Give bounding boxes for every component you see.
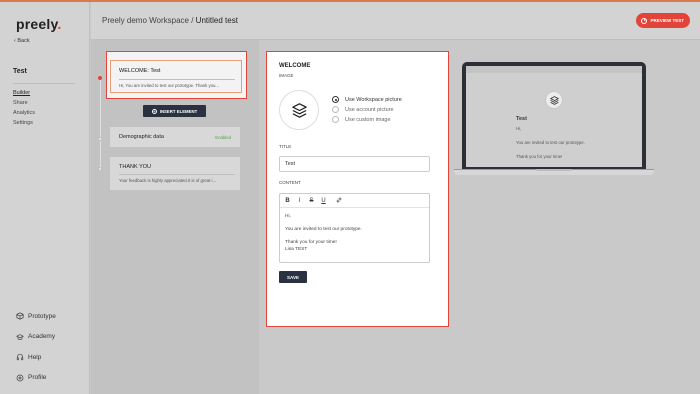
demographic-element-card[interactable]: Demographic data Enabled bbox=[110, 127, 240, 147]
italic-button[interactable]: I bbox=[297, 198, 302, 204]
preview-line: You are invited to test our prototype. bbox=[516, 140, 585, 145]
sidebar: preely. ‹ Back Test Builder Share Analyt… bbox=[0, 2, 90, 394]
bottom-nav: Prototype Academy Help Profile bbox=[16, 306, 56, 388]
nav-prototype-label: Prototype bbox=[28, 312, 56, 320]
sidebar-item-builder[interactable]: Builder bbox=[13, 88, 35, 98]
thankyou-card-title: THANK YOU bbox=[119, 164, 151, 170]
sidebar-item-share[interactable]: Share bbox=[13, 98, 35, 108]
profile-icon bbox=[16, 374, 24, 382]
preview-test-button[interactable]: PREVIEW TEST bbox=[636, 13, 690, 28]
cube-icon bbox=[16, 312, 24, 320]
link-icon bbox=[336, 197, 342, 202]
thankyou-card-subtitle: Your feedback is highly appreciated.It i… bbox=[119, 178, 217, 183]
radio-custom-image[interactable]: Use custom image bbox=[332, 116, 391, 123]
timeline-line bbox=[100, 78, 101, 170]
title-input[interactable]: Test bbox=[279, 156, 430, 172]
card-divider bbox=[119, 174, 235, 175]
radio-button bbox=[332, 106, 339, 113]
thankyou-element-card[interactable]: THANK YOU Your feedback is highly apprec… bbox=[110, 157, 240, 190]
sidebar-item-analytics[interactable]: Analytics bbox=[13, 108, 35, 118]
editor-title: WELCOME bbox=[279, 63, 311, 69]
sidebar-nav: Builder Share Analytics Settings bbox=[13, 88, 35, 128]
nav-help[interactable]: Help bbox=[16, 347, 56, 368]
timeline-dot bbox=[98, 167, 102, 171]
underline-button[interactable]: U bbox=[321, 198, 326, 204]
nav-profile[interactable]: Profile bbox=[16, 368, 56, 389]
radio-account-picture[interactable]: Use account picture bbox=[332, 106, 394, 113]
welcome-card-title: WELCOME: Test bbox=[119, 68, 161, 74]
radio-button-selected bbox=[332, 96, 339, 103]
nav-prototype[interactable]: Prototype bbox=[16, 306, 56, 327]
back-link[interactable]: ‹ Back bbox=[14, 38, 30, 44]
play-icon bbox=[641, 17, 648, 24]
nav-help-label: Help bbox=[28, 353, 42, 361]
element-editor-panel: WELCOME IMAGE Use Workspace picture Use … bbox=[266, 51, 449, 327]
sidebar-divider bbox=[13, 83, 75, 84]
breadcrumb-test-name: Untitled test bbox=[195, 16, 238, 25]
academy-icon bbox=[16, 333, 24, 340]
nav-academy-label: Academy bbox=[28, 333, 56, 341]
breadcrumb: Preely demo Workspace / Untitled test bbox=[102, 16, 238, 25]
nav-profile-label: Profile bbox=[28, 374, 47, 382]
editor-toolbar: B I S U bbox=[280, 194, 429, 208]
title-label: TITLE bbox=[279, 144, 292, 149]
preview-line: Hi, bbox=[516, 126, 522, 131]
timeline-dot bbox=[98, 137, 102, 141]
preview-title: Test bbox=[516, 116, 527, 122]
layers-icon bbox=[550, 96, 559, 105]
content-editor[interactable]: B I S U Hi, You are invited to test our … bbox=[279, 193, 430, 263]
welcome-card-inner: WELCOME: Test Hi, You are invited to tes… bbox=[110, 60, 242, 93]
breadcrumb-separator: / bbox=[189, 16, 196, 25]
content-line: You are invited to test our prototype. bbox=[285, 227, 362, 232]
preview-text: Hi, You are invited to test our prototyp… bbox=[516, 125, 585, 160]
preview-spacer bbox=[516, 146, 585, 153]
app-logo[interactable]: preely. bbox=[16, 16, 62, 32]
timeline-dot-active bbox=[98, 76, 102, 80]
project-name: Test bbox=[13, 68, 27, 75]
layers-icon bbox=[292, 103, 307, 118]
status-badge: Enabled bbox=[215, 135, 231, 140]
link-button[interactable] bbox=[336, 197, 342, 205]
radio-workspace-picture[interactable]: Use Workspace picture bbox=[332, 96, 402, 103]
preview-line: Thank you for your time! bbox=[516, 154, 563, 159]
welcome-element-card[interactable]: WELCOME: Test Hi, You are invited to tes… bbox=[106, 51, 247, 99]
welcome-card-subtitle: Hi, You are invited to test our prototyp… bbox=[119, 83, 220, 88]
top-header: Preely demo Workspace / Untitled test PR… bbox=[91, 2, 700, 40]
radio-label: Use custom image bbox=[345, 116, 391, 123]
bold-button[interactable]: B bbox=[285, 198, 290, 204]
headset-icon bbox=[16, 354, 24, 361]
save-button[interactable]: SAVE bbox=[279, 271, 307, 283]
content-line: Lisa TEST bbox=[285, 246, 308, 252]
insert-element-button[interactable]: + INSERT ELEMENT bbox=[143, 105, 206, 117]
laptop-browser-bar bbox=[466, 66, 642, 73]
plus-icon: + bbox=[151, 108, 157, 114]
preview-avatar bbox=[545, 91, 563, 109]
preview-test-label: PREVIEW TEST bbox=[650, 18, 684, 23]
strikethrough-button[interactable]: S bbox=[309, 198, 314, 204]
radio-button bbox=[332, 116, 339, 123]
demographic-card-title: Demographic data bbox=[119, 134, 164, 140]
preview-spacer bbox=[516, 132, 585, 139]
breadcrumb-workspace[interactable]: Preely demo Workspace bbox=[102, 16, 189, 25]
sidebar-item-settings[interactable]: Settings bbox=[13, 118, 35, 128]
insert-element-label: INSERT ELEMENT bbox=[159, 108, 198, 114]
image-picker[interactable] bbox=[279, 90, 319, 130]
card-divider bbox=[119, 79, 235, 80]
nav-academy[interactable]: Academy bbox=[16, 327, 56, 348]
content-label: CONTENT bbox=[279, 180, 301, 185]
logo-text: preely bbox=[16, 16, 58, 32]
radio-label: Use Workspace picture bbox=[345, 96, 402, 103]
content-text: Hi, You are invited to test our prototyp… bbox=[285, 214, 362, 253]
radio-label: Use account picture bbox=[345, 106, 394, 113]
laptop-notch bbox=[536, 169, 572, 171]
logo-dot: . bbox=[57, 16, 62, 32]
image-label: IMAGE bbox=[279, 73, 294, 78]
